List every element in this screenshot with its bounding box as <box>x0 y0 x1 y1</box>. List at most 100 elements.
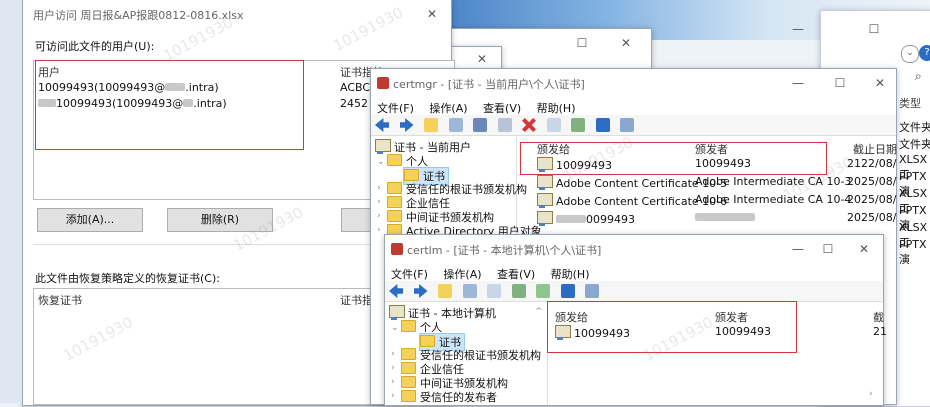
show-hide-tree-icon[interactable] <box>462 284 477 298</box>
help-icon[interactable] <box>595 118 610 132</box>
list-item[interactable]: XLSX 工 <box>899 153 930 181</box>
redacted-text <box>556 215 586 223</box>
menu-file[interactable]: 文件(F) <box>391 266 428 282</box>
explorer-type-header[interactable]: 类型 <box>899 95 921 111</box>
menu-action[interactable]: 操作(A) <box>429 100 467 116</box>
certlm-maximize-button[interactable]: ☐ <box>811 235 845 263</box>
dialog-close-button[interactable]: ✕ <box>415 0 449 28</box>
forward-arrow-icon[interactable] <box>399 118 414 132</box>
chevron-down-icon[interactable]: ⌄ <box>377 157 385 167</box>
properties-icon[interactable] <box>546 118 561 132</box>
chevron-right-icon[interactable]: › <box>391 377 395 387</box>
chevron-down-icon[interactable]: ⌄ <box>391 323 399 333</box>
menu-view[interactable]: 查看(V) <box>497 266 535 282</box>
list-item[interactable]: PPTX 演 <box>899 170 930 198</box>
bg-dialog-1-maximize-button[interactable]: ☐ <box>565 33 599 53</box>
certmgr-menubar: 文件(F) 操作(A) 查看(V) 帮助(H) <box>371 97 896 115</box>
menu-file[interactable]: 文件(F) <box>377 100 414 116</box>
explorer-minimize-button[interactable]: — <box>781 19 815 39</box>
explorer-help-icon[interactable]: ? <box>919 45 930 61</box>
row-expiry: 2025/08/ <box>847 175 897 188</box>
remove-button[interactable]: 删除(R) <box>167 208 273 232</box>
chevron-right-icon[interactable]: › <box>377 183 381 193</box>
view-icon[interactable] <box>585 284 599 298</box>
menu-help[interactable]: 帮助(H) <box>551 266 590 282</box>
back-arrow-icon[interactable] <box>389 284 403 298</box>
certmgr-app-icon <box>377 77 389 89</box>
delete-icon[interactable] <box>522 118 536 132</box>
up-folder-icon[interactable] <box>438 284 452 298</box>
tree-scroll-up-icon[interactable]: ^ <box>535 307 543 317</box>
list-item[interactable]: XLSX 工 <box>899 187 930 215</box>
explorer-maximize-button[interactable]: ☐ <box>857 19 891 39</box>
scrollbar-right-arrow[interactable]: › <box>869 389 873 399</box>
folder-icon <box>420 335 435 347</box>
table-row[interactable]: 0099493 <box>537 211 635 226</box>
folder-icon <box>387 182 402 194</box>
cut-icon[interactable] <box>473 118 487 132</box>
refresh-icon[interactable] <box>511 284 526 298</box>
column-header-expiry[interactable]: 截止日期 <box>853 141 897 157</box>
copy-icon[interactable] <box>497 118 512 132</box>
bg-dialog-2-close-button[interactable]: ✕ <box>465 49 499 69</box>
row-issuer-redacted <box>695 211 755 224</box>
row-issuer: Adobe Intermediate CA 10-3 <box>695 175 852 188</box>
certlm-menubar: 文件(F) 操作(A) 查看(V) 帮助(H) <box>385 263 883 281</box>
chevron-right-icon[interactable]: › <box>377 225 381 235</box>
folder-icon <box>387 154 402 166</box>
explorer-search-icon[interactable]: ⌕ <box>915 69 922 84</box>
folder-icon <box>401 376 416 388</box>
row-expiry: 2025/08/ <box>847 211 897 224</box>
menu-help[interactable]: 帮助(H) <box>537 100 576 116</box>
certlm-close-button[interactable]: ✕ <box>847 235 881 263</box>
chevron-right-icon[interactable]: › <box>391 391 395 401</box>
folder-icon <box>401 362 416 374</box>
chevron-right-icon[interactable]: › <box>377 211 381 221</box>
menu-view[interactable]: 查看(V) <box>483 100 521 116</box>
certmgr-title: certmgr - [证书 - 当前用户\个人\证书] <box>393 78 585 91</box>
certlm-tree-pane: 证书 - 本地计算机 ⌄ 个人 证书 › 受信任的根证书颁发机构 › 企业信任 … <box>385 303 548 405</box>
export-icon[interactable] <box>571 118 585 132</box>
users-label: 可访问此文件的用户(U): <box>35 40 155 53</box>
list-item[interactable]: XLSX 工 <box>899 221 930 249</box>
column-header-recovery-cert[interactable]: 恢复证书 <box>38 292 82 308</box>
back-arrow-icon[interactable] <box>375 118 389 132</box>
list-item[interactable]: PPTX 演 <box>899 238 930 266</box>
column-header-expiry[interactable]: 截 <box>873 309 884 325</box>
show-hide-tree-icon[interactable] <box>448 118 463 132</box>
menu-action[interactable]: 操作(A) <box>443 266 481 282</box>
folder-icon <box>401 320 416 332</box>
list-item[interactable]: PPTX 演 <box>899 204 930 232</box>
chevron-right-icon[interactable]: › <box>377 197 381 207</box>
certificate-icon <box>537 175 553 190</box>
export-icon[interactable] <box>536 284 550 298</box>
certmgr-titlebar: certmgr - [证书 - 当前用户\个人\证书] — ☐ ✕ <box>371 69 896 97</box>
up-folder-icon[interactable] <box>424 118 438 132</box>
properties-icon[interactable] <box>487 284 501 298</box>
highlight-users <box>35 60 304 150</box>
chevron-right-icon[interactable]: › <box>391 349 395 359</box>
add-button[interactable]: 添加(A)... <box>37 208 143 232</box>
bg-dialog-1-close-button[interactable]: ✕ <box>609 33 643 53</box>
certificate-icon <box>537 193 553 208</box>
row-issuer: Adobe Intermediate CA 10-4 <box>695 193 852 206</box>
certmgr-close-button[interactable]: ✕ <box>863 69 897 97</box>
list-item[interactable]: 文件夹 <box>899 136 930 153</box>
list-item[interactable]: 文件夹 <box>899 119 930 136</box>
view-icon[interactable] <box>620 118 634 132</box>
certlm-app-icon <box>391 243 403 255</box>
help-icon[interactable] <box>560 284 575 298</box>
certmgr-maximize-button[interactable]: ☐ <box>823 69 857 97</box>
explorer-dropdown-icon[interactable]: ⌄ <box>901 45 919 63</box>
certlm-minimize-button[interactable]: — <box>781 235 815 263</box>
folder-icon <box>387 210 402 222</box>
certmgr-toolbar <box>371 115 896 136</box>
highlight-current-user-cert <box>520 142 827 175</box>
certlm-window: certlm - [证书 - 本地计算机\个人\证书] — ☐ ✕ 文件(F) … <box>384 234 887 406</box>
folder-icon <box>387 196 402 208</box>
chevron-right-icon[interactable]: › <box>391 363 395 373</box>
explorer-type-list: 文件夹 文件夹 XLSX 工 PPTX 演 XLSX 工 PPTX 演 XLSX… <box>899 119 930 266</box>
row-expiry: 2025/08/ <box>847 193 897 206</box>
certmgr-minimize-button[interactable]: — <box>781 69 815 97</box>
forward-arrow-icon[interactable] <box>413 284 428 298</box>
